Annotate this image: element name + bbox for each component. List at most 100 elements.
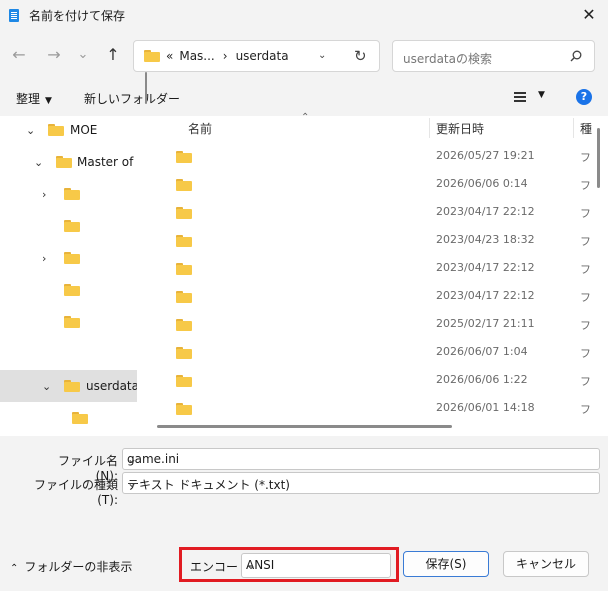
column-header-type[interactable]: 種: [580, 120, 592, 144]
footer-bar: ⌃ フォルダーの非表示 エンコード: ANSI ⌄ 保存(S) キャンセル: [0, 536, 608, 591]
folder-icon: [48, 124, 64, 136]
address-overflow[interactable]: «: [166, 49, 173, 63]
save-button[interactable]: 保存(S): [403, 551, 489, 577]
folder-icon: [64, 316, 80, 328]
close-button[interactable]: ✕: [578, 4, 600, 26]
window-title: 名前を付けて保存: [29, 8, 126, 23]
chevron-down-icon[interactable]: ⌄: [127, 476, 593, 490]
tree-item[interactable]: [0, 274, 137, 306]
folder-icon: [144, 50, 160, 62]
tree-item-label: userdata: [86, 379, 137, 393]
recent-dropdown-button[interactable]: ⌄: [72, 44, 94, 66]
file-type: フ: [580, 207, 591, 220]
chevron-right-icon[interactable]: ›: [42, 188, 46, 201]
file-type: フ: [580, 375, 591, 388]
address-dropdown-icon[interactable]: ⌄: [318, 50, 326, 61]
chevron-down-icon[interactable]: ⌄: [26, 124, 35, 137]
view-dropdown-icon[interactable]: ▼: [538, 90, 545, 100]
browser-area: ⌄ MOE ⌄ Master of E › › ⌄ userda: [0, 112, 608, 436]
chevron-right-icon[interactable]: ›: [42, 252, 46, 265]
hide-folders-button[interactable]: ⌃ フォルダーの非表示: [10, 558, 132, 575]
file-date: 2026/06/01 14:18: [436, 401, 535, 414]
folder-icon: [176, 235, 192, 247]
file-type: フ: [580, 263, 591, 276]
file-type: フ: [580, 319, 591, 332]
organize-label: 整理: [16, 92, 41, 106]
folder-icon: [176, 263, 192, 275]
tree-item-moe[interactable]: ⌄ MOE: [0, 116, 137, 146]
navigation-bar: ← → ⌄ ↑ « Mas... › userdata ⌄ ↻ userdata…: [0, 30, 608, 80]
tree-item[interactable]: ›: [0, 178, 137, 210]
tree-item-master-of-e[interactable]: ⌄ Master of E: [0, 146, 137, 178]
column-divider[interactable]: [429, 118, 430, 138]
file-type: フ: [580, 347, 591, 360]
notepad-icon: [9, 8, 19, 22]
tree-item[interactable]: [0, 210, 137, 242]
organize-menu[interactable]: 整理 ▼: [16, 90, 52, 107]
help-icon[interactable]: ?: [576, 89, 592, 105]
search-box[interactable]: userdataの検索: [392, 40, 595, 72]
file-row[interactable]: 2023/04/17 22:12 フ: [156, 199, 591, 227]
file-row[interactable]: 2023/04/23 18:32 フ: [156, 227, 591, 255]
cancel-button[interactable]: キャンセル: [503, 551, 589, 577]
tree-item-userdata[interactable]: ⌄ userdata: [0, 370, 137, 402]
chevron-down-icon[interactable]: ⌄: [127, 452, 593, 466]
search-input[interactable]: userdataの検索: [403, 50, 492, 67]
encoding-select[interactable]: ANSI ⌄: [241, 553, 391, 578]
filetype-label: ファイルの種類(T):: [33, 478, 118, 507]
file-date: 2026/06/06 1:22: [436, 373, 528, 386]
view-list-icon[interactable]: [514, 92, 526, 102]
new-folder-button[interactable]: 新しいフォルダー: [84, 90, 180, 107]
chevron-down-icon[interactable]: ⌄: [246, 558, 384, 572]
file-row[interactable]: 2026/06/06 0:14 フ: [156, 171, 591, 199]
file-type: フ: [580, 235, 591, 248]
file-date: 2025/02/17 21:11: [436, 317, 535, 330]
tree-scrollbar[interactable]: [145, 72, 147, 104]
search-icon[interactable]: [570, 50, 582, 62]
back-button[interactable]: ←: [8, 44, 30, 66]
column-header-modified[interactable]: 更新日時: [436, 120, 484, 144]
tree-item[interactable]: ›: [0, 242, 137, 274]
address-segment-master[interactable]: Mas...: [179, 49, 214, 63]
vertical-scrollbar[interactable]: [597, 128, 600, 188]
save-form: ファイル名(N): game.ini ⌄ ファイルの種類(T): テキスト ドキ…: [0, 436, 608, 536]
forward-button[interactable]: →: [43, 44, 65, 66]
file-row[interactable]: 2023/04/17 22:12 フ: [156, 283, 591, 311]
folder-icon: [176, 375, 192, 387]
folder-icon: [64, 380, 80, 392]
column-divider[interactable]: [573, 118, 574, 138]
tree-item-label: MOE: [70, 123, 98, 137]
tree-item-label: Master of E: [77, 155, 137, 169]
file-row[interactable]: 2026/06/06 1:22 フ: [156, 367, 591, 395]
file-row[interactable]: 2026/06/07 1:04 フ: [156, 339, 591, 367]
tree-item[interactable]: [0, 306, 137, 338]
file-date: 2026/06/06 0:14: [436, 177, 528, 190]
refresh-button[interactable]: ↻: [354, 47, 367, 65]
folder-icon: [64, 284, 80, 296]
filename-field[interactable]: game.ini ⌄: [122, 448, 600, 470]
folder-icon: [176, 319, 192, 331]
file-row[interactable]: 2026/05/27 19:21 フ: [156, 143, 591, 171]
folder-icon: [176, 179, 192, 191]
folder-icon: [176, 291, 192, 303]
chevron-up-icon: ⌃: [10, 563, 19, 574]
filetype-select[interactable]: テキスト ドキュメント (*.txt) ⌄: [122, 472, 600, 494]
chevron-down-icon[interactable]: ⌄: [34, 156, 43, 169]
file-row[interactable]: 2025/02/17 21:11 フ: [156, 311, 591, 339]
file-date: 2026/05/27 19:21: [436, 149, 535, 162]
address-segment-userdata[interactable]: userdata: [236, 49, 289, 63]
file-row[interactable]: 2023/04/17 22:12 フ: [156, 255, 591, 283]
file-list: ⌃ 名前 更新日時 種 2026/05/27 19:21 フ 2026/06/0…: [156, 112, 608, 436]
horizontal-scrollbar[interactable]: [157, 425, 452, 428]
file-type: フ: [580, 403, 591, 416]
file-row[interactable]: 2026/06/01 14:18 フ: [156, 395, 591, 423]
address-bar[interactable]: « Mas... › userdata ⌄ ↻: [133, 40, 380, 72]
up-button[interactable]: ↑: [102, 44, 124, 66]
chevron-down-icon[interactable]: ⌄: [42, 380, 51, 393]
column-header-name[interactable]: 名前: [188, 120, 212, 144]
address-separator[interactable]: ›: [223, 49, 228, 63]
folder-icon: [176, 347, 192, 359]
file-type: フ: [580, 291, 591, 304]
tree-item[interactable]: [0, 402, 137, 434]
navigation-pane: ⌄ MOE ⌄ Master of E › › ⌄ userda: [0, 116, 137, 436]
